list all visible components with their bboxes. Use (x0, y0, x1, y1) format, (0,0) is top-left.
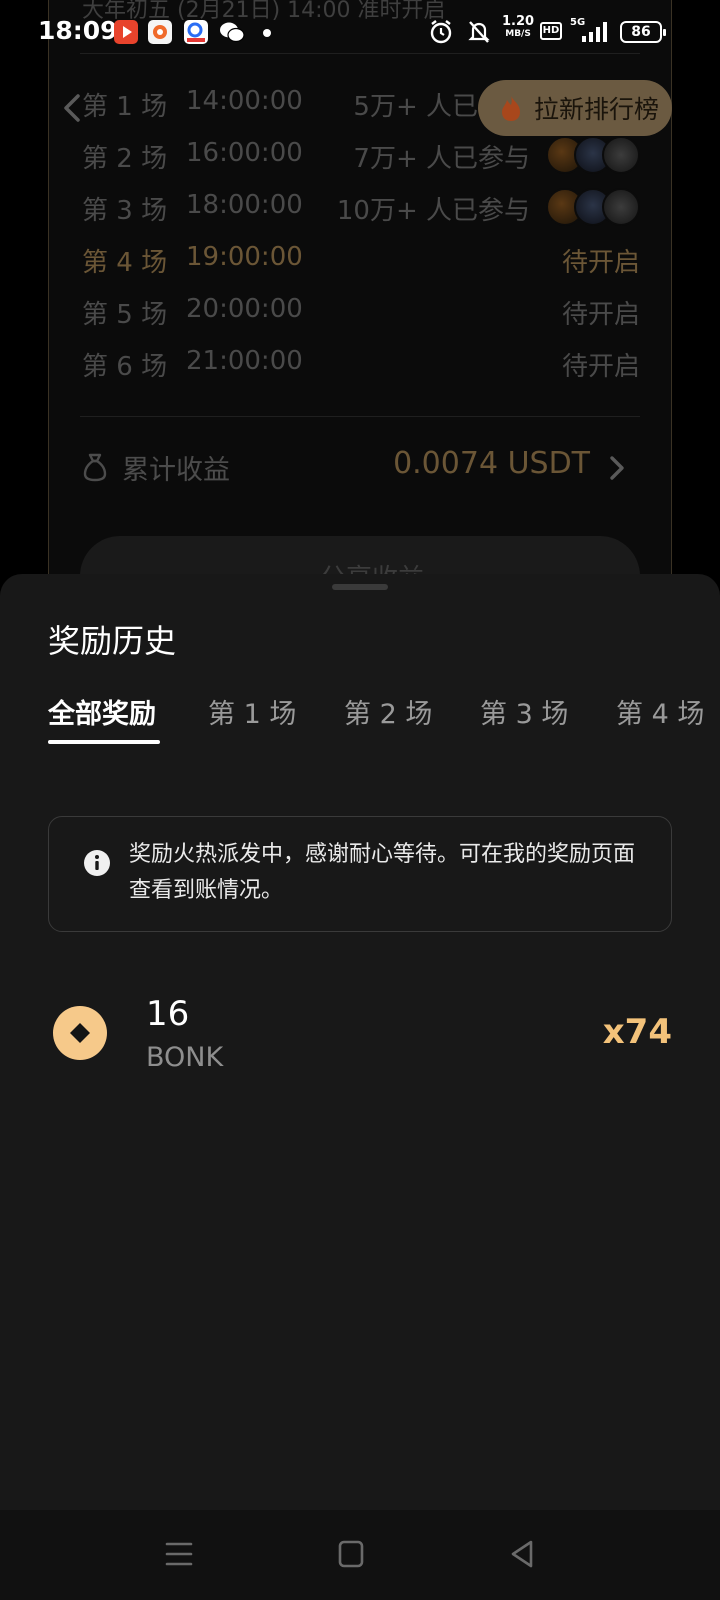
session-time: 16:00:00 (186, 138, 303, 168)
active-tab-indicator (48, 740, 160, 744)
avatar (602, 136, 640, 174)
session-status: 待开启 (561, 248, 640, 278)
reward-item: 16 BONK x74 (48, 994, 672, 1094)
session-time: 14:00:00 (186, 86, 303, 116)
background-page: 大年初五 (2月21日) 14:00 准时开启 第 1 场 14:00:00 5… (0, 0, 720, 616)
session-joined: 7万+ 人已参与 (353, 144, 530, 174)
photo-app-icon (148, 20, 172, 44)
info-notice: 奖励火热派发中，感谢耐心等待。可在我的奖励页面查看到账情况。 (48, 816, 672, 932)
info-icon (84, 850, 110, 876)
reward-count: x74 (602, 1012, 672, 1052)
session-row-3: 第 3 场 18:00:00 10万+ 人已参与 (82, 188, 642, 230)
mute-icon (468, 21, 490, 43)
session-tabs: 全部奖励 第 1 场 第 2 场 第 3 场 第 4 场 (48, 684, 720, 744)
reward-amount: 16 (146, 994, 190, 1034)
home-icon[interactable] (329, 1534, 373, 1574)
wechat-icon (220, 22, 245, 43)
session-name: 第 5 场 (82, 300, 168, 330)
session-row-4: 第 4 场 19:00:00 待开启 (82, 242, 642, 282)
fire-icon (502, 96, 520, 121)
session-time: 21:00:00 (186, 346, 303, 376)
session-name: 第 3 场 (82, 196, 168, 226)
reward-token: BONK (146, 1042, 224, 1073)
notice-text: 奖励火热派发中，感谢耐心等待。可在我的奖励页面查看到账情况。 (129, 842, 636, 903)
participant-avatars (546, 188, 642, 228)
status-bar: 18:09 1.20 MB/S HD 5G 86 (0, 0, 720, 66)
tab-session-3[interactable]: 第 3 场 (480, 692, 568, 731)
notification-dot (263, 29, 271, 37)
avatar (602, 188, 640, 226)
tab-session-2[interactable]: 第 2 场 (344, 692, 432, 731)
sheet-title: 奖励历史 (48, 622, 177, 660)
session-name: 第 1 场 (82, 92, 168, 122)
system-nav-bar (0, 1510, 720, 1600)
sheet-drag-handle[interactable] (332, 584, 388, 590)
session-joined: 10万+ 人已参与 (336, 196, 530, 226)
session-time: 18:00:00 (186, 190, 303, 220)
chevron-right-icon (610, 456, 624, 480)
session-row-6: 第 6 场 21:00:00 待开启 (82, 346, 642, 386)
hd-badge: HD (540, 22, 562, 40)
signal-icon (582, 22, 607, 42)
session-time: 20:00:00 (186, 294, 303, 324)
video-app-icon (114, 20, 138, 44)
network-speed: 1.20 MB/S (502, 14, 535, 39)
divider (80, 416, 640, 417)
session-row-2: 第 2 场 16:00:00 7万+ 人已参与 (82, 136, 642, 178)
session-status: 待开启 (561, 352, 640, 382)
tab-all-rewards[interactable]: 全部奖励 (48, 692, 156, 731)
earnings-label: 累计收益 (122, 455, 230, 486)
session-name: 第 4 场 (82, 248, 168, 278)
session-time: 19:00:00 (186, 242, 303, 272)
cumulative-earnings-row[interactable]: 累计收益 0.0074 USDT (82, 446, 642, 490)
leaderboard-label: 拉新排行榜 (534, 95, 660, 124)
leaderboard-button[interactable]: 拉新排行榜 (478, 80, 672, 136)
session-status: 待开启 (561, 300, 640, 330)
session-name: 第 6 场 (82, 352, 168, 382)
token-coin-icon (53, 1006, 107, 1060)
alarm-icon (430, 20, 452, 44)
status-time: 18:09 (38, 16, 118, 45)
browser-app-icon (184, 20, 208, 44)
battery-indicator: 86 (620, 21, 666, 43)
participant-avatars (546, 136, 642, 176)
session-name: 第 2 场 (82, 144, 168, 174)
back-icon[interactable] (501, 1534, 545, 1574)
earnings-value: 0.0074 USDT (393, 446, 590, 481)
tab-session-4[interactable]: 第 4 场 (616, 692, 704, 731)
money-bag-icon (83, 453, 107, 482)
tab-session-1[interactable]: 第 1 场 (208, 692, 296, 731)
reward-history-sheet: 奖励历史 全部奖励 第 1 场 第 2 场 第 3 场 第 4 场 奖励火热派发… (0, 574, 720, 1600)
menu-icon[interactable] (157, 1534, 201, 1574)
session-row-5: 第 5 场 20:00:00 待开启 (82, 294, 642, 334)
